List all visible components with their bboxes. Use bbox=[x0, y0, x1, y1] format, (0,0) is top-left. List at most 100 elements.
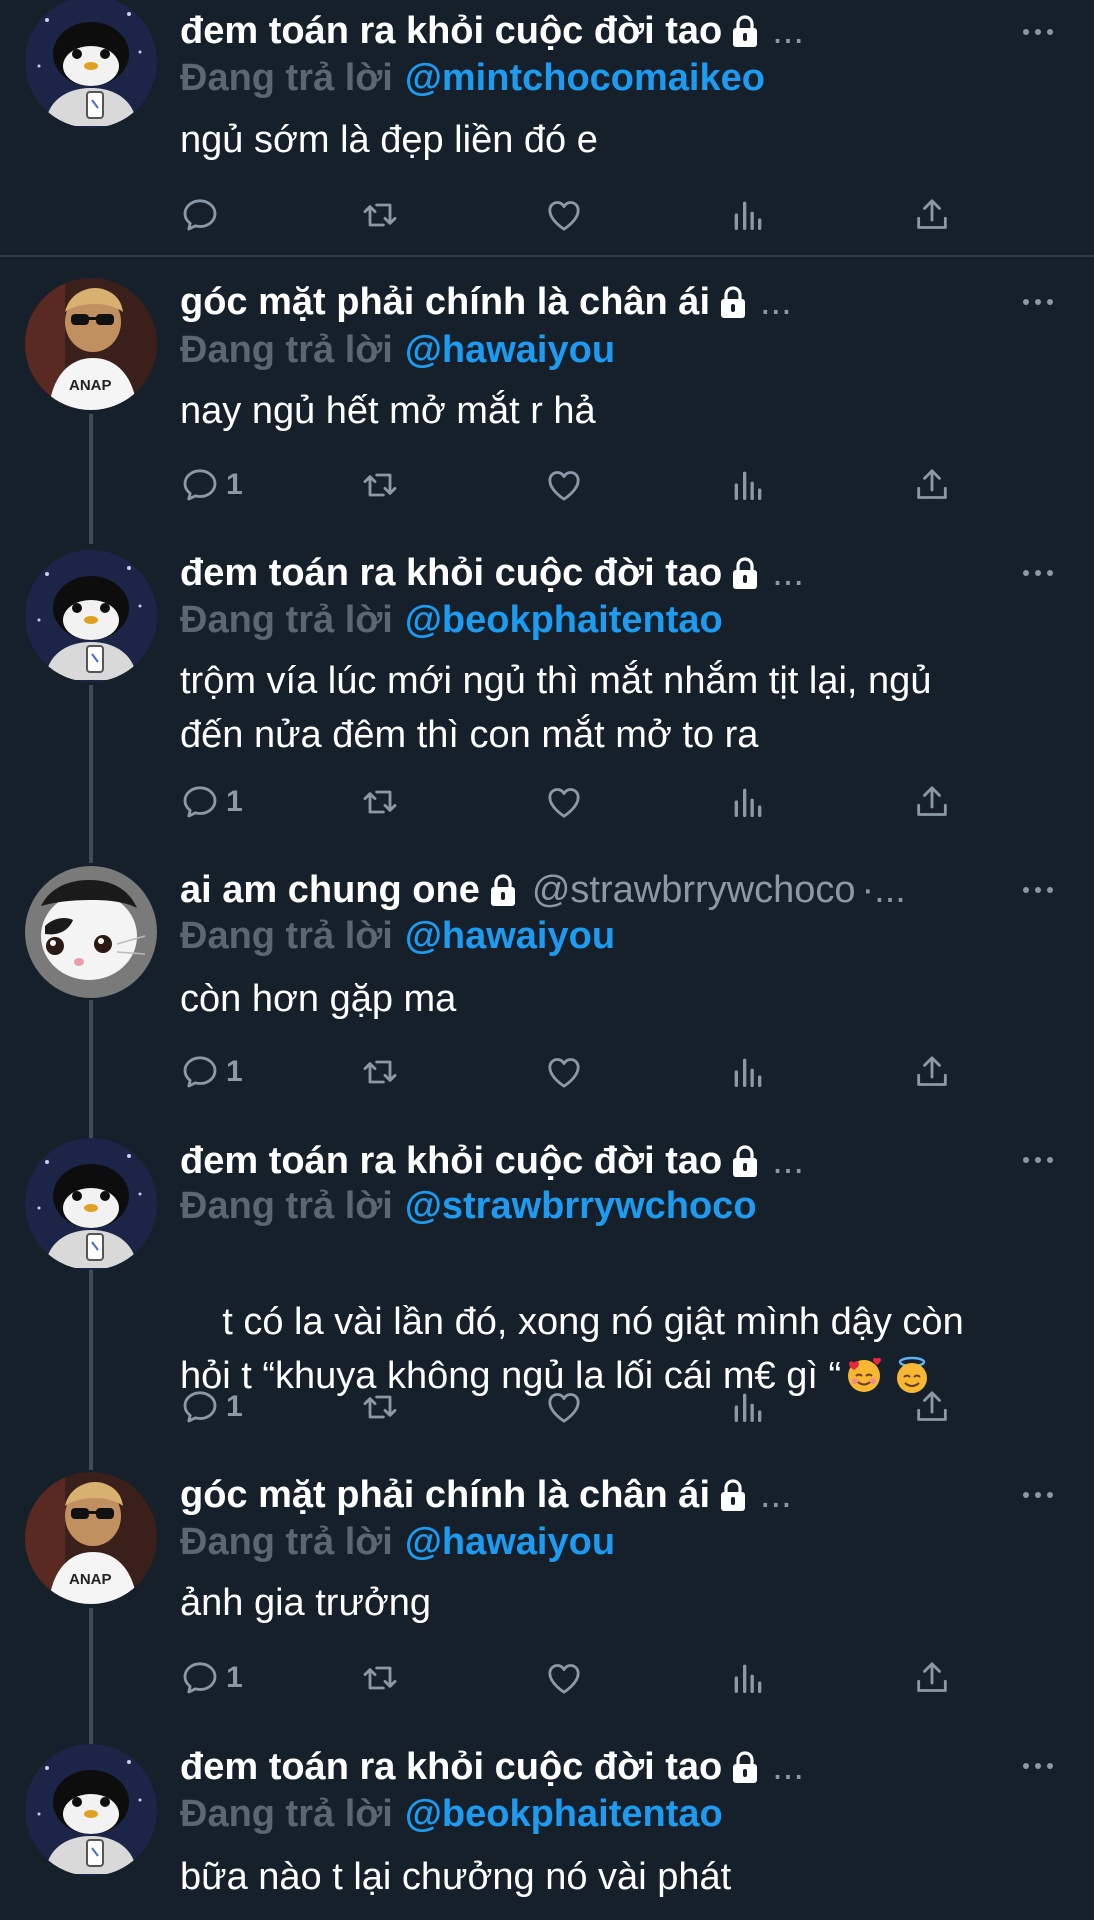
display-name[interactable]: ai am chung one bbox=[180, 869, 480, 912]
heart-icon bbox=[544, 782, 584, 822]
truncation-ellipsis: ... bbox=[760, 280, 792, 323]
penguin-avatar[interactable] bbox=[25, 0, 157, 128]
tweet-text: ảnh gia trưởng bbox=[180, 1582, 432, 1624]
retweet-icon bbox=[360, 1052, 400, 1092]
replying-to: Đang trả lời @beokphaitentao bbox=[180, 596, 723, 644]
display-name[interactable]: góc mặt phải chính là chân ái bbox=[180, 281, 710, 324]
retweet-icon bbox=[360, 1658, 400, 1698]
tweet-actions: 1 bbox=[180, 1656, 970, 1700]
truncation-ellipsis: ... bbox=[772, 9, 804, 52]
replying-to-handle-link[interactable]: @hawaiyou bbox=[405, 915, 615, 958]
thread-connector bbox=[89, 685, 93, 863]
display-name[interactable]: góc mặt phải chính là chân ái bbox=[180, 1474, 710, 1517]
replying-to-handle-link[interactable]: @strawbrrywchoco bbox=[405, 1185, 757, 1228]
bar-chart-icon bbox=[728, 195, 768, 235]
truncation-ellipsis: ... bbox=[772, 1745, 804, 1788]
divider bbox=[0, 255, 1094, 257]
like-button[interactable] bbox=[544, 1050, 584, 1094]
penguin-avatar[interactable] bbox=[25, 1744, 157, 1876]
replying-to-handle-link[interactable]: @hawaiyou bbox=[405, 329, 615, 372]
reply-icon bbox=[180, 782, 220, 822]
bar-chart-icon bbox=[728, 1052, 768, 1092]
replying-to-label: Đang trả lời bbox=[180, 1792, 393, 1835]
like-button[interactable] bbox=[544, 1385, 584, 1429]
more-options-icon[interactable] bbox=[1020, 884, 1056, 896]
lock-icon bbox=[718, 285, 748, 319]
reply-count: 1 bbox=[226, 1055, 243, 1088]
more-options-icon[interactable] bbox=[1020, 567, 1056, 579]
penguin-avatar[interactable] bbox=[25, 550, 157, 682]
reply-icon bbox=[180, 1387, 220, 1427]
replying-to-label: Đang trả lời bbox=[180, 914, 393, 957]
reply-count: 1 bbox=[226, 468, 243, 501]
username-handle[interactable]: @strawbrrywchoco bbox=[532, 869, 856, 912]
display-name[interactable]: đem toán ra khỏi cuộc đời tao bbox=[180, 1746, 722, 1789]
views-button[interactable] bbox=[728, 1385, 768, 1429]
tweet-header: ai am chung one @strawbrrywchoco ·... bbox=[180, 865, 1034, 915]
child-sunglasses-avatar[interactable] bbox=[25, 1472, 157, 1604]
replying-to-handle-link[interactable]: @beokphaitentao bbox=[405, 1793, 723, 1836]
more-options-icon[interactable] bbox=[1020, 26, 1056, 38]
bar-chart-icon bbox=[728, 465, 768, 505]
retweet-button[interactable] bbox=[360, 463, 400, 507]
truncation-ellipsis: ... bbox=[772, 1139, 804, 1182]
replying-to-label: Đang trả lời bbox=[180, 328, 393, 371]
retweet-button[interactable] bbox=[360, 1385, 400, 1429]
cat-avatar[interactable] bbox=[25, 866, 157, 998]
views-button[interactable] bbox=[728, 193, 768, 237]
replying-to-handle-link[interactable]: @mintchocomaikeo bbox=[405, 57, 765, 100]
views-button[interactable] bbox=[728, 1050, 768, 1094]
lock-icon bbox=[730, 1750, 760, 1784]
share-button[interactable] bbox=[912, 463, 952, 507]
heart-icon bbox=[544, 465, 584, 505]
like-button[interactable] bbox=[544, 463, 584, 507]
penguin-avatar[interactable] bbox=[25, 1138, 157, 1270]
like-button[interactable] bbox=[544, 1656, 584, 1700]
tweet-header: đem toán ra khỏi cuộc đời tao ... bbox=[180, 1742, 1034, 1792]
share-button[interactable] bbox=[912, 193, 952, 237]
share-button[interactable] bbox=[912, 1385, 952, 1429]
tweet-actions: 1 bbox=[180, 463, 970, 507]
retweet-button[interactable] bbox=[360, 193, 400, 237]
reply-button[interactable]: 1 bbox=[180, 780, 243, 824]
views-button[interactable] bbox=[728, 1656, 768, 1700]
share-icon bbox=[912, 465, 952, 505]
tweet-actions: 1 bbox=[180, 780, 970, 824]
like-button[interactable] bbox=[544, 780, 584, 824]
more-options-icon[interactable] bbox=[1020, 1489, 1056, 1501]
reply-button[interactable]: 1 bbox=[180, 1385, 243, 1429]
replying-to-handle-link[interactable]: @hawaiyou bbox=[405, 1521, 615, 1564]
tweet-actions: 1 bbox=[180, 1050, 970, 1094]
retweet-button[interactable] bbox=[360, 780, 400, 824]
reply-count: 1 bbox=[226, 1390, 243, 1423]
more-options-icon[interactable] bbox=[1020, 1760, 1056, 1772]
reply-button[interactable] bbox=[180, 193, 226, 237]
like-button[interactable] bbox=[544, 193, 584, 237]
display-name[interactable]: đem toán ra khỏi cuộc đời tao bbox=[180, 552, 722, 595]
reply-button[interactable]: 1 bbox=[180, 1656, 243, 1700]
more-options-icon[interactable] bbox=[1020, 296, 1056, 308]
thread-connector bbox=[89, 1608, 93, 1746]
views-button[interactable] bbox=[728, 463, 768, 507]
more-options-icon[interactable] bbox=[1020, 1154, 1056, 1166]
reply-button[interactable]: 1 bbox=[180, 1050, 243, 1094]
retweet-button[interactable] bbox=[360, 1050, 400, 1094]
share-button[interactable] bbox=[912, 780, 952, 824]
lock-icon bbox=[718, 1478, 748, 1512]
thread-connector bbox=[89, 414, 93, 544]
share-icon bbox=[912, 1052, 952, 1092]
replying-to-label: Đang trả lời bbox=[180, 598, 393, 641]
tweet-actions bbox=[180, 193, 970, 237]
child-sunglasses-avatar[interactable] bbox=[25, 278, 157, 410]
share-button[interactable] bbox=[912, 1656, 952, 1700]
reply-button[interactable]: 1 bbox=[180, 463, 243, 507]
share-button[interactable] bbox=[912, 1050, 952, 1094]
retweet-button[interactable] bbox=[360, 1656, 400, 1700]
tweet-header: góc mặt phải chính là chân ái ... bbox=[180, 277, 1034, 327]
display-name[interactable]: đem toán ra khỏi cuộc đời tao bbox=[180, 10, 722, 53]
views-button[interactable] bbox=[728, 780, 768, 824]
replying-to-handle-link[interactable]: @beokphaitentao bbox=[405, 599, 723, 642]
display-name[interactable]: đem toán ra khỏi cuộc đời tao bbox=[180, 1140, 722, 1183]
heart-icon bbox=[544, 1658, 584, 1698]
reply-icon bbox=[180, 1658, 220, 1698]
